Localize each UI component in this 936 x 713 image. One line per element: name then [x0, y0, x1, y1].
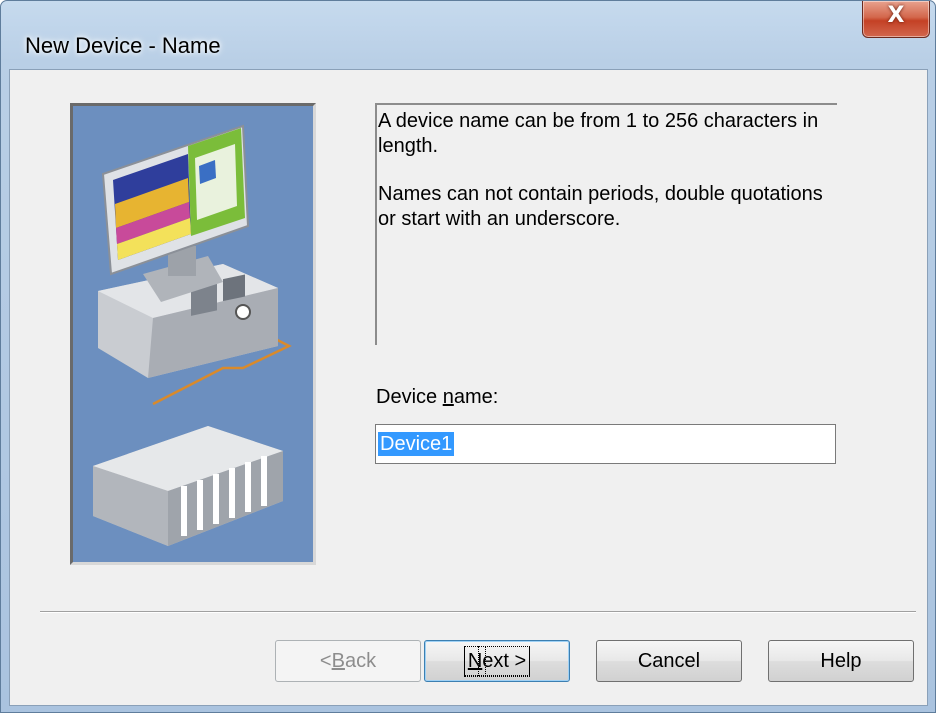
info-paragraph-length: A device name can be from 1 to 256 chara…	[378, 110, 819, 157]
device-name-value[interactable]: Device1	[378, 432, 455, 456]
device-name-label: Device name:	[376, 386, 499, 408]
window-title: New Device - Name	[25, 33, 221, 58]
dialog-window: New Device - Name X A device name can be…	[0, 0, 936, 713]
next-button[interactable]: Next >	[424, 640, 570, 682]
close-icon: X	[887, 3, 905, 28]
next-button-label: Next >	[463, 645, 531, 677]
button-separator	[40, 611, 916, 613]
computer-and-plc-illustration	[70, 103, 316, 565]
dialog-client-area: A device name can be from 1 to 256 chara…	[9, 69, 928, 706]
help-button[interactable]: Help	[768, 640, 914, 682]
illustration-graphic	[93, 124, 292, 546]
back-button[interactable]: < Back	[275, 640, 421, 682]
info-paragraph-restrictions: Names can not contain periods, double qu…	[378, 183, 823, 230]
close-button[interactable]: X	[862, 1, 930, 38]
info-panel: A device name can be from 1 to 256 chara…	[375, 103, 837, 345]
title-bar[interactable]: New Device - Name X	[1, 1, 935, 69]
cancel-button[interactable]: Cancel	[596, 640, 742, 682]
